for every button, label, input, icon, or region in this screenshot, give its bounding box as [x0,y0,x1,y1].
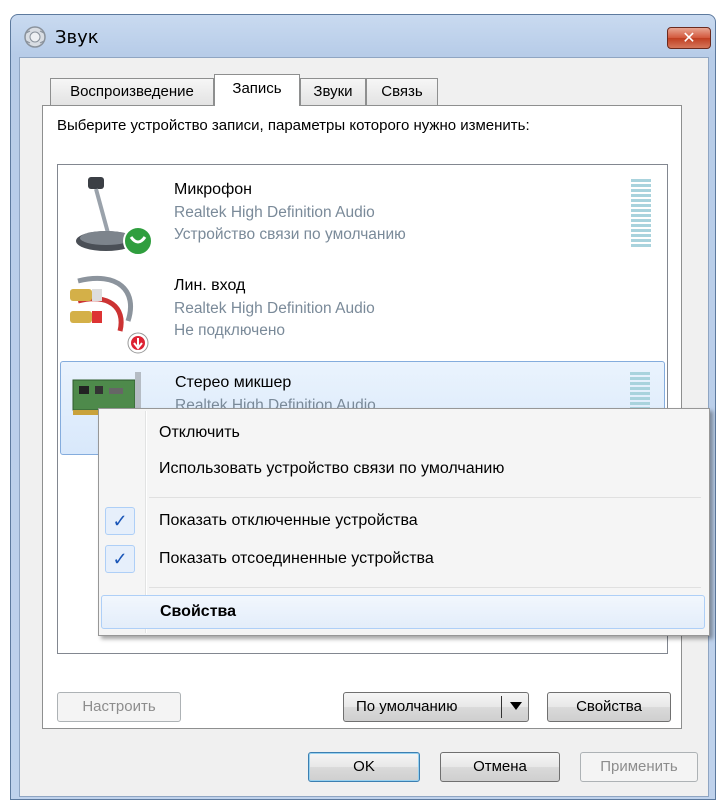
tab-label: Запись [232,80,282,97]
set-default-label: По умолчанию [356,698,458,715]
configure-button[interactable]: Настроить [57,692,181,722]
device-driver: Realtek High Definition Audio [174,300,375,317]
close-icon: ✕ [682,28,696,47]
ok-button-label: OK [353,758,375,775]
sound-dialog-window: Звук ✕ Воспроизведение Запись Звуки Связ… [10,14,716,800]
device-driver: Realtek High Definition Audio [174,204,375,221]
level-meter [631,179,651,251]
tab-playback[interactable]: Воспроизведение [50,78,214,105]
chevron-down-icon[interactable] [510,702,522,710]
menu-separator [149,497,701,498]
menu-item-properties[interactable]: Свойства [101,595,705,629]
speaker-icon [24,26,46,48]
list-item-microphone[interactable]: Микрофон Realtek High Definition Audio У… [60,169,665,263]
checkmark-icon: ✓ [105,545,135,573]
instruction-text: Выберите устройство записи, параметры ко… [57,117,530,134]
device-name: Лин. вход [174,277,246,294]
tab-label: Воспроизведение [70,83,194,100]
line-in-cable-icon [70,275,149,354]
tab-sounds[interactable]: Звуки [300,78,366,105]
menu-item-label: Показать отсоединенные устройства [159,550,434,567]
title-bar[interactable]: Звук ✕ [11,15,715,57]
properties-button[interactable]: Свойства [547,692,671,722]
menu-item-label: Отключить [159,424,240,441]
apply-button-label: Применить [600,758,678,775]
menu-item-label: Свойства [160,603,237,620]
tab-communications[interactable]: Связь [366,78,438,105]
tab-label: Звуки [313,83,353,100]
cancel-button[interactable]: Отмена [440,752,560,782]
device-name: Стерео микшер [175,374,292,391]
device-name: Микрофон [174,181,252,198]
menu-item-show-disabled[interactable]: ✓ Показать отключенные устройства [101,505,705,539]
list-item-line-in[interactable]: Лин. вход Realtek High Definition Audio … [60,265,665,359]
menu-item-label: Использовать устройство связи по умолчан… [159,460,505,477]
cancel-button-label: Отмена [473,758,527,775]
menu-item-set-default-comm[interactable]: Использовать устройство связи по умолчан… [101,453,705,487]
device-status: Не подключено [174,322,285,339]
menu-separator [149,587,701,588]
menu-item-show-disconnected[interactable]: ✓ Показать отсоединенные устройства [101,543,705,577]
properties-button-label: Свойства [576,698,642,715]
set-default-split-button[interactable]: По умолчанию [343,692,529,722]
device-status: Устройство связи по умолчанию [174,226,406,243]
configure-button-label: Настроить [82,698,156,715]
tab-recording[interactable]: Запись [214,74,300,106]
ok-button[interactable]: OK [308,752,420,782]
tab-label: Связь [381,83,423,100]
window-title: Звук [55,27,99,48]
device-context-menu: Отключить Использовать устройство связи … [98,408,710,636]
checkmark-icon: ✓ [105,507,135,535]
menu-item-disable[interactable]: Отключить [101,417,705,451]
microphone-icon [76,177,153,256]
menu-item-label: Показать отключенные устройства [159,512,418,529]
apply-button[interactable]: Применить [580,752,698,782]
close-button[interactable]: ✕ [667,27,711,49]
split-separator [501,696,502,718]
